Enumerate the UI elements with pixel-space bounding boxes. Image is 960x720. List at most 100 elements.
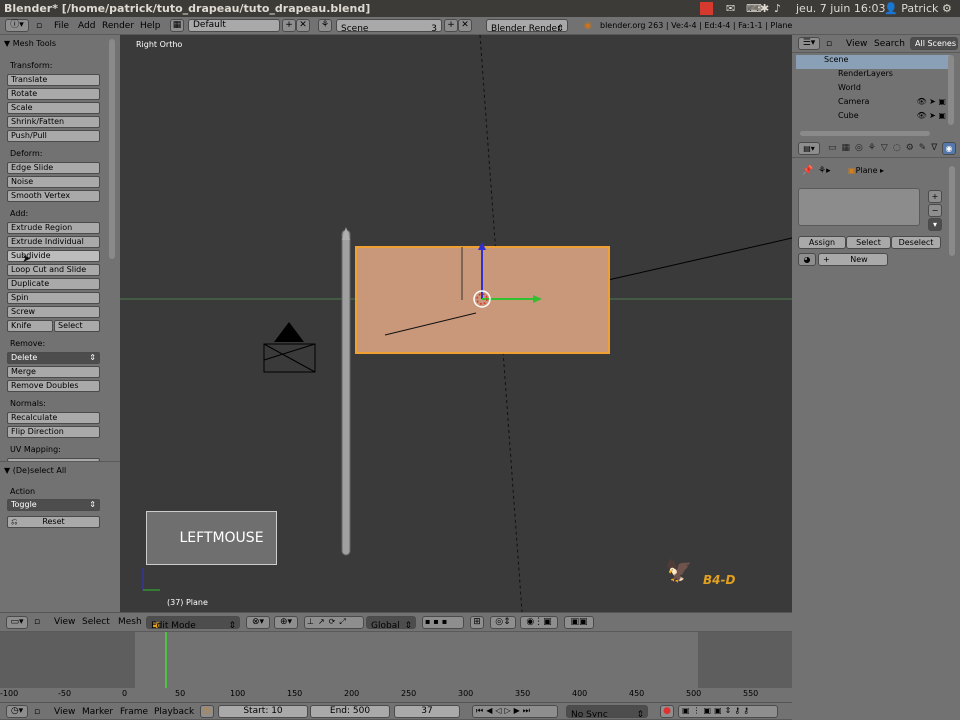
reset-button[interactable]: ⎌ Reset bbox=[7, 516, 100, 528]
remove-doubles-button[interactable]: Remove Doubles bbox=[7, 380, 100, 392]
extrude-region-button[interactable]: Extrude Region bbox=[7, 222, 100, 234]
add-scene-icon[interactable]: + bbox=[444, 19, 458, 32]
preview-range-icon[interactable]: ◷ bbox=[200, 705, 214, 718]
snap-settings-icon[interactable]: ◉⋮▣ bbox=[520, 616, 558, 629]
menu-help[interactable]: Help bbox=[140, 21, 161, 31]
menu-file[interactable]: File bbox=[54, 21, 69, 31]
viewport-editor-type-icon[interactable]: ▭▾ bbox=[6, 616, 28, 629]
material-tab-icon[interactable]: ◉ bbox=[942, 142, 956, 155]
shrink-fatten-button[interactable]: Shrink/Fatten bbox=[7, 116, 100, 128]
flip-direction-button[interactable]: Flip Direction bbox=[7, 426, 100, 438]
rotate-button[interactable]: Rotate bbox=[7, 88, 100, 100]
clock[interactable]: jeu. 7 juin 16:03 bbox=[796, 2, 886, 15]
outliner-menu-view[interactable]: View bbox=[846, 39, 867, 49]
outliner-cube-row[interactable]: Cube 👁 ➤ ▣ bbox=[796, 111, 950, 125]
viewport-menu-mesh[interactable]: Mesh bbox=[118, 617, 142, 627]
mode-select[interactable]: ▣ Edit Mode ⇕ bbox=[146, 616, 240, 629]
context-path[interactable]: ▣Plane ▸ bbox=[848, 166, 884, 175]
end-frame-field[interactable]: End: 500 bbox=[310, 705, 390, 718]
timeline-ruler[interactable]: -100 -50 0 50 100 150 200 250 300 350 40… bbox=[0, 689, 792, 701]
bluetooth-icon[interactable]: ✱ bbox=[760, 2, 769, 15]
recalculate-button[interactable]: Recalculate bbox=[7, 412, 100, 424]
duplicate-button[interactable]: Duplicate bbox=[7, 278, 100, 290]
viewport-shading-icon[interactable]: ⊗▾ bbox=[246, 616, 270, 629]
menu-render[interactable]: Render bbox=[102, 21, 134, 31]
sync-mode-select[interactable]: No Sync ⇕ bbox=[566, 705, 648, 718]
action-select[interactable]: Toggle ⇕ bbox=[7, 499, 100, 511]
pivot-point-icon[interactable]: ⊕▾ bbox=[274, 616, 298, 629]
add-vertex-group-icon[interactable]: + bbox=[928, 190, 942, 203]
record-indicator-icon[interactable] bbox=[700, 2, 713, 15]
outliner-renderlayers-row[interactable]: RenderLayers bbox=[796, 69, 950, 83]
current-frame-marker[interactable] bbox=[165, 632, 167, 688]
new-material-button[interactable]: + New bbox=[818, 253, 888, 266]
knife-button[interactable]: Knife bbox=[7, 320, 53, 332]
remove-screen-icon[interactable]: ✕ bbox=[296, 19, 310, 32]
outliner-hscrollbar[interactable] bbox=[800, 131, 930, 136]
properties-editor-type-icon[interactable]: ▤▾ bbox=[798, 142, 820, 155]
add-screen-icon[interactable]: + bbox=[282, 19, 296, 32]
outliner-menu-search[interactable]: Search bbox=[874, 39, 905, 49]
remove-scene-icon[interactable]: ✕ bbox=[458, 19, 472, 32]
cube-object[interactable] bbox=[341, 229, 351, 556]
subdivide-button[interactable]: Subdivide bbox=[7, 250, 100, 262]
viewport-menu-toggle-icon[interactable]: ▫ bbox=[34, 617, 40, 627]
scene-icon[interactable]: ⚘ bbox=[318, 19, 332, 32]
timeline-editor-type-icon[interactable]: ◷▾ bbox=[6, 705, 28, 718]
timeline-menu-view[interactable]: View bbox=[54, 707, 75, 717]
current-frame-field[interactable]: 37 bbox=[394, 705, 460, 718]
limit-selection-icon[interactable]: ⊞ bbox=[470, 616, 484, 629]
playback-controls[interactable]: ⏮◀◁▷▶⏭ bbox=[472, 705, 558, 718]
user-menu[interactable]: 👤 Patrick bbox=[884, 2, 938, 15]
viewport-menu-select[interactable]: Select bbox=[82, 617, 110, 627]
push-pull-button[interactable]: Push/Pull bbox=[7, 130, 100, 142]
camera-triangle[interactable] bbox=[274, 322, 304, 342]
volume-icon[interactable]: ♪ bbox=[774, 2, 781, 15]
vertex-group-menu-icon[interactable]: ▾ bbox=[928, 218, 942, 231]
vertex-group-list[interactable] bbox=[798, 188, 920, 226]
delete-dropdown[interactable]: Delete ⇕ bbox=[7, 352, 100, 364]
screen-layout-icon[interactable]: ▦ bbox=[170, 19, 184, 32]
select-button[interactable]: Select bbox=[846, 236, 891, 249]
camera-visibility-icons[interactable]: 👁 ➤ ▣ bbox=[916, 97, 946, 106]
keying-set-controls[interactable]: ▣⋮▣▣⇕⚷⚷ bbox=[678, 705, 778, 718]
knife-select-button[interactable]: Select bbox=[54, 320, 100, 332]
transform-orientation-select[interactable]: Global ⇕ bbox=[366, 616, 416, 629]
smooth-vertex-button[interactable]: Smooth Vertex bbox=[7, 190, 100, 202]
outliner-menu-toggle-icon[interactable]: ▫ bbox=[826, 39, 832, 49]
timeline-menu-marker[interactable]: Marker bbox=[82, 707, 113, 717]
screen-layout-field[interactable]: Default bbox=[188, 19, 280, 32]
record-keyframe-icon[interactable]: ● bbox=[660, 705, 674, 718]
render-preview-icons[interactable]: ▣▣ bbox=[564, 616, 594, 629]
menu-toggle-icon[interactable]: ▫ bbox=[36, 21, 42, 31]
timeline-menu-playback[interactable]: Playback bbox=[154, 707, 194, 717]
menu-add[interactable]: Add bbox=[78, 21, 95, 31]
gear-icon[interactable]: ⚙ bbox=[942, 2, 952, 15]
cube-visibility-icons[interactable]: 👁 ➤ ▣ bbox=[916, 111, 946, 120]
extrude-individual-button[interactable]: Extrude Individual bbox=[7, 236, 100, 248]
outliner-filter-select[interactable]: All Scenes bbox=[910, 37, 958, 50]
manipulator-toggle-icons[interactable]: ⊥↗⟳⤢ bbox=[304, 616, 364, 629]
mesh-tools-header[interactable]: ▼ Mesh Tools bbox=[4, 39, 56, 48]
operator-panel-header[interactable]: ▼ (De)select All bbox=[4, 466, 66, 475]
deselect-button[interactable]: Deselect bbox=[891, 236, 941, 249]
3d-viewport[interactable]: Right Ortho (37) Plane LEFTMOUSE 🦅 B4-D bbox=[120, 35, 792, 612]
scale-button[interactable]: Scale bbox=[7, 102, 100, 114]
noise-button[interactable]: Noise bbox=[7, 176, 100, 188]
editor-type-info-icon[interactable]: ⓘ▾ bbox=[5, 19, 29, 32]
remove-vertex-group-icon[interactable]: − bbox=[928, 204, 942, 217]
edge-slide-button[interactable]: Edge Slide bbox=[7, 162, 100, 174]
render-engine-select[interactable]: Blender Render ⇕ bbox=[486, 19, 568, 32]
assign-button[interactable]: Assign bbox=[798, 236, 846, 249]
timeline-menu-frame[interactable]: Frame bbox=[120, 707, 148, 717]
outliner-camera-row[interactable]: Camera 👁 ➤ ▣ bbox=[796, 97, 950, 111]
tool-shelf-scrollbar[interactable] bbox=[109, 39, 115, 259]
spin-button[interactable]: Spin bbox=[7, 292, 100, 304]
scene-field[interactable]: Scene 3 bbox=[336, 19, 442, 32]
mail-icon[interactable]: ✉ bbox=[726, 2, 735, 15]
viewport-menu-view[interactable]: View bbox=[54, 617, 75, 627]
timeline-menu-toggle-icon[interactable]: ▫ bbox=[34, 707, 40, 717]
translate-button[interactable]: Translate bbox=[7, 74, 100, 86]
proportional-edit-icon[interactable]: ◎⇕ bbox=[490, 616, 516, 629]
start-frame-field[interactable]: Start: 10 bbox=[218, 705, 308, 718]
